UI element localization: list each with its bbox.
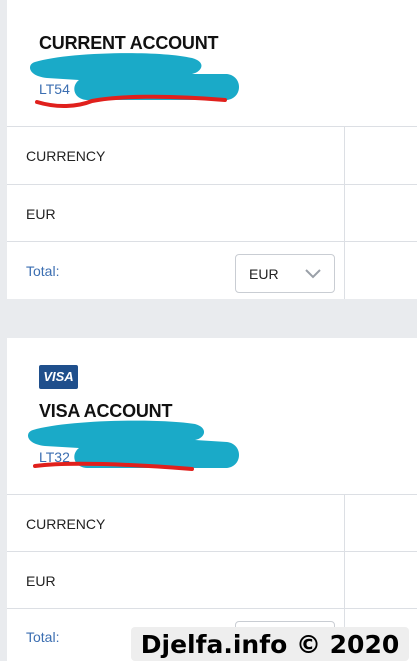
currency-header: CURRENCY (26, 148, 106, 164)
currency-header: CURRENCY (26, 516, 106, 532)
chevron-down-icon (305, 269, 321, 279)
current-account-card: CURRENT ACCOUNT LT54 CURRENCY EUR Total:… (7, 0, 417, 299)
total-label: Total: (26, 263, 60, 279)
currency-value: EUR (26, 573, 56, 589)
currency-value: EUR (26, 206, 56, 222)
total-label: Total: (26, 629, 60, 645)
column-divider (344, 126, 345, 299)
total-currency-value: EUR (249, 266, 279, 282)
redaction-overlay (30, 53, 239, 108)
currency-row: EUR (7, 184, 417, 242)
visa-account-card: VISA VISA ACCOUNT LT32 CURRENCY EUR Tota… (7, 338, 417, 661)
total-row: Total: EUR (7, 241, 417, 299)
currency-header-row: CURRENCY (7, 126, 417, 185)
redaction-overlay (28, 420, 239, 471)
currency-header-row: CURRENCY (7, 494, 417, 552)
watermark: Djelfa.info © 2020 (131, 627, 409, 661)
currency-row: EUR (7, 551, 417, 609)
total-currency-select[interactable]: EUR (235, 254, 335, 293)
